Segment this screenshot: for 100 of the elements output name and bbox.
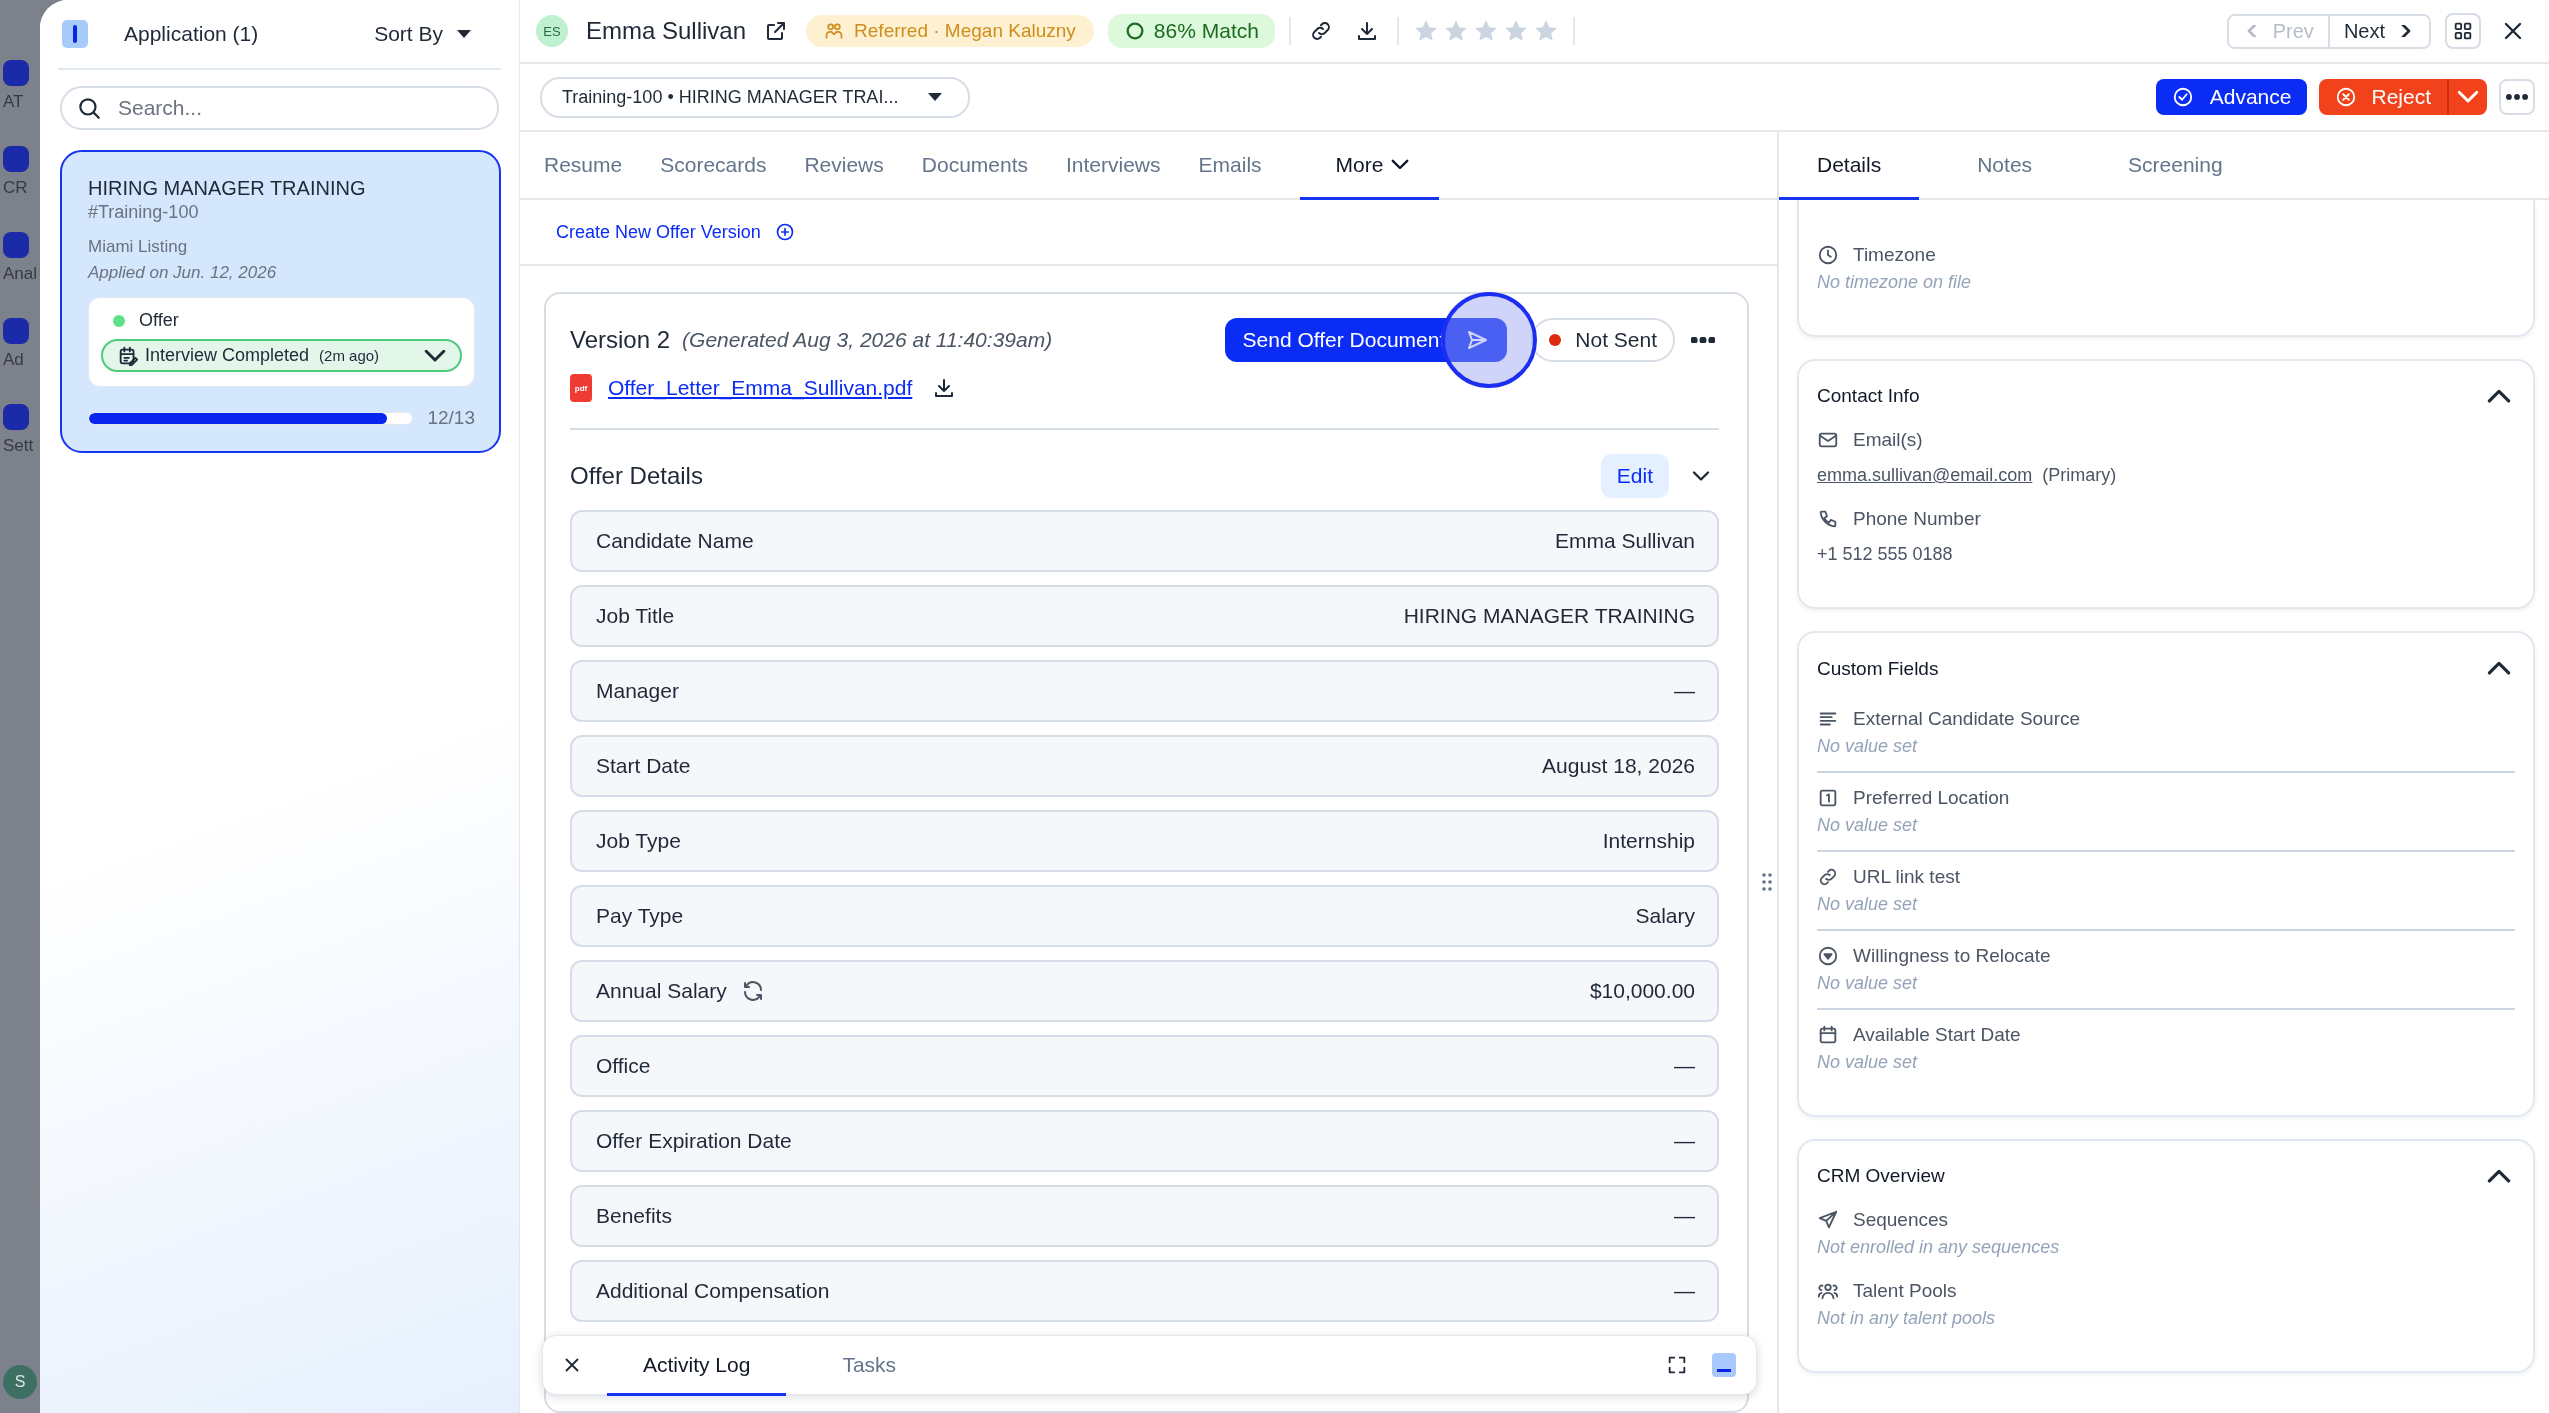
chevron-down-icon [424, 348, 446, 363]
email-note: (Primary) [2042, 465, 2117, 487]
user-avatar: S [3, 1365, 37, 1399]
section-title: CRM Overview [1817, 1164, 1945, 1187]
tab[interactable]: Resume [544, 132, 623, 200]
minimize-button[interactable] [1712, 1353, 1736, 1377]
create-offer-link[interactable]: Create New Offer Version [556, 221, 795, 243]
field-label: Benefits [596, 1204, 672, 1228]
field-value: No value set [1817, 1051, 1918, 1073]
field-value: +1 512 555 0188 [1817, 544, 1953, 566]
chevron-down-icon [2457, 90, 2479, 104]
field-label: Sequences [1853, 1209, 1949, 1232]
nav-label: CR [3, 178, 28, 198]
tab[interactable]: Notes [1939, 132, 2071, 200]
search-field[interactable]: Search... [60, 86, 499, 130]
nav-label: Anal [3, 264, 38, 284]
nav-label: Sett [3, 436, 34, 456]
field-value: — [1674, 1054, 1695, 1078]
version-title: Version 2 [570, 326, 671, 354]
field-label: Timezone [1853, 244, 1936, 266]
advance-button[interactable]: Advance [2155, 79, 2308, 115]
job-dropdown[interactable]: Training-100 • HIRING MANAGER TRAI... [540, 76, 971, 118]
generated-date: (Generated Aug 3, 2026 at 11:40:39am) [682, 328, 1053, 352]
field-label: Email(s) [1853, 429, 1923, 452]
tab[interactable]: Scorecards [660, 132, 767, 200]
field-value: — [1674, 1279, 1695, 1303]
nav-icon [3, 146, 29, 172]
field-label: Pay Type [596, 904, 684, 928]
match-badge: 86% Match [1107, 14, 1275, 48]
send-offer-button[interactable]: Send Offer Document [1224, 318, 1508, 362]
status-badge: Not Sent [1531, 318, 1675, 362]
next-button[interactable]: Next [2327, 15, 2429, 47]
field-value: No timezone on file [1817, 272, 1972, 293]
job-code: #Training-100 [88, 202, 200, 223]
field-value: — [1674, 1204, 1695, 1228]
pdf-file-icon: pdf [570, 374, 592, 402]
more-button[interactable] [2499, 79, 2535, 115]
fullscreen-icon [1666, 1354, 1688, 1376]
tab[interactable]: Tasks [806, 1336, 933, 1396]
candidate-avatar: ES [536, 15, 568, 47]
clock-icon [1817, 244, 1839, 266]
referral-badge: Referred · Megan Kaluzny [806, 15, 1094, 47]
email-link[interactable]: emma.sullivan@email.com [1817, 465, 2033, 487]
tab[interactable]: Reviews [804, 132, 884, 200]
field-value: HIRING MANAGER TRAINING [1403, 604, 1695, 628]
field-value: No value set [1817, 972, 1918, 994]
field-value: Not in any talent pools [1817, 1308, 1996, 1330]
chevron-up-icon [2487, 389, 2511, 404]
panel-title: Application (1) [124, 22, 260, 46]
field-value: August 18, 2026 [1542, 754, 1695, 778]
job-location: Miami Listing [88, 237, 189, 257]
field-label: Talent Pools [1853, 1280, 1957, 1303]
tab[interactable]: Activity Log [607, 1336, 787, 1396]
status-dot [113, 314, 125, 327]
field-value: No value set [1817, 893, 1918, 915]
nav-icon [3, 318, 29, 344]
tab[interactable]: Emails [1198, 132, 1262, 200]
edit-button[interactable]: Edit [1600, 454, 1669, 498]
tab[interactable]: More [1299, 132, 1440, 200]
tab[interactable]: Screening [2090, 132, 2261, 200]
field-value: No value set [1817, 735, 1918, 757]
tab[interactable]: Documents [921, 132, 1028, 200]
panel-toggle-icon[interactable] [62, 20, 88, 48]
section-title: Contact Info [1817, 385, 1920, 408]
caret-icon [928, 93, 943, 101]
field-label: Preferred Location [1853, 786, 2010, 809]
nav-icon [3, 232, 29, 258]
field-value: Not enrolled in any sequences [1817, 1237, 2060, 1259]
section-title: Custom Fields [1817, 657, 1939, 680]
nav-label: Ad [3, 350, 24, 370]
stage-label: Offer [139, 310, 179, 331]
field-label: Willingness to Relocate [1853, 944, 2051, 967]
chevron-up-icon [2487, 661, 2511, 676]
status-dropdown[interactable]: Interview Completed (2m ago) [101, 339, 462, 372]
field-label: Job Type [596, 829, 681, 853]
tab[interactable]: Details [1779, 132, 1920, 200]
file-link[interactable]: Offer_Letter_Emma_Sullivan.pdf [608, 376, 913, 400]
grid-view-button[interactable] [2445, 13, 2481, 49]
people-icon [824, 21, 845, 41]
field-value: — [1674, 679, 1695, 703]
grid-icon [2452, 20, 2474, 42]
applied-date: Applied on Jun. 12, 2026 [88, 263, 278, 283]
section-title: Offer Details [570, 462, 704, 490]
progress-count: 12/13 [427, 407, 475, 429]
plus-circle-icon [774, 222, 795, 242]
field-value: — [1674, 1129, 1695, 1153]
tab[interactable]: Interviews [1066, 132, 1161, 200]
application-card[interactable]: HIRING MANAGER TRAINING #Training-100 Miami Listing Applied on Jun. 12, 2026 Offer Interview Completed (2m ago) 12/13 [60, 150, 501, 453]
field-label: Job Title [596, 604, 675, 628]
more-icon [2506, 94, 2528, 100]
field-label: Offer Expiration Date [596, 1129, 792, 1153]
nav-icon [3, 404, 29, 430]
nav-label: AT [3, 92, 24, 112]
drag-handle-icon[interactable] [1761, 872, 1773, 892]
send-icon [1465, 328, 1490, 352]
sort-dropdown[interactable]: Sort By [374, 22, 471, 46]
nav-icon [3, 60, 29, 86]
field-value: $10,000.00 [1589, 979, 1695, 1003]
field-value: Emma Sullivan [1554, 529, 1695, 553]
chevron-down-icon [1391, 159, 1410, 170]
